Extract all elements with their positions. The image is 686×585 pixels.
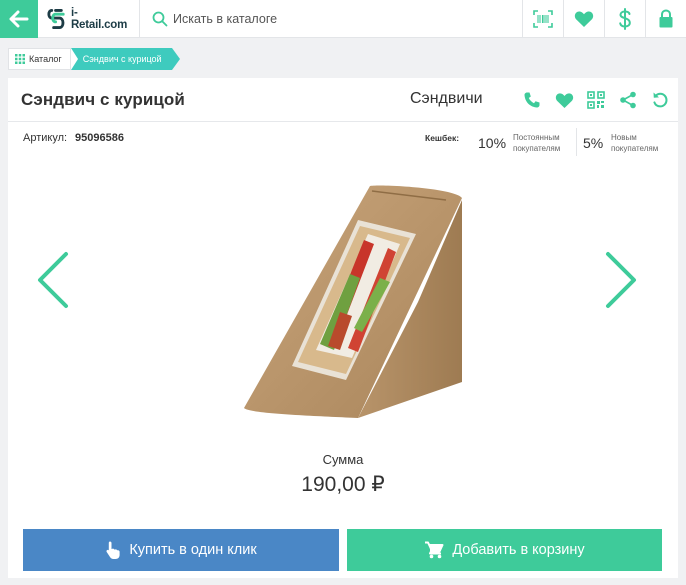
product-card: Сэндвич с курицой Сэндвичи Артикул: 9509… [8,78,678,578]
cashback-regular-percent: 10% [478,135,507,151]
next-image-button[interactable] [600,250,640,310]
logo-text: i-Retail.com [70,6,128,31]
qr-button[interactable] [580,88,612,112]
cart-icon [425,541,444,559]
chevron-right-icon [606,252,636,308]
sum-label: Сумма [322,452,364,467]
phone-icon [524,92,540,108]
product-info: Артикул: 95096586 Кешбек: 10% Постоянным… [8,122,678,162]
share-button[interactable] [612,88,644,112]
sandwich-illustration [244,185,462,418]
product-price: 190,00 ₽ [301,473,385,496]
breadcrumb: Каталог Сэндвич с курицой [8,48,180,70]
cashback-divider [576,128,577,156]
cashback-new-text: Новым покупателям [611,133,659,153]
grid-icon [15,54,25,64]
arrow-left-icon [9,10,29,27]
undo-icon [653,92,668,108]
buy-one-click-button[interactable]: Купить в один клик [23,529,339,571]
breadcrumb-current: Сэндвич с курицой [70,48,180,70]
qr-code-icon [587,91,605,109]
cashback-new-percent: 5% [583,135,604,151]
search-input[interactable]: Искать в каталоге [140,0,522,38]
favorites-button[interactable] [563,0,604,38]
share-icon [620,91,636,109]
barcode-button[interactable] [522,0,563,38]
cashback-regular-text: Постоянным покупателям [513,133,561,153]
previous-image-button[interactable] [34,250,74,310]
breadcrumb-current-label: Сэндвич с курицой [82,54,162,64]
balance-button[interactable] [604,0,645,38]
search-placeholder: Искать в каталоге [173,11,278,26]
breadcrumb-catalog-label: Каталог [29,54,62,64]
heart-icon [574,11,594,27]
sku-label: Артикул: [23,132,68,144]
logo[interactable]: i-Retail.com [38,0,140,38]
dollar-icon [619,7,631,30]
product-category[interactable]: Сэндвичи [410,90,483,108]
heart-icon [555,92,573,108]
product-title: Сэндвич с курицой [21,89,185,109]
top-bar: i-Retail.com Искать в каталоге [0,0,686,38]
back-button[interactable] [0,0,38,38]
add-to-cart-label: Добавить в корзину [452,542,585,558]
product-actions [516,88,676,112]
call-button[interactable] [516,88,548,112]
chevron-left-icon [38,252,68,308]
add-to-cart-button[interactable]: Добавить в корзину [347,529,662,571]
logo-icon [47,8,65,29]
favorite-button[interactable] [548,88,580,112]
sku-value: 95096586 [75,132,124,144]
breadcrumb-catalog[interactable]: Каталог [8,48,71,70]
buy-one-click-label: Купить в один клик [129,542,257,558]
lock-icon [659,8,673,27]
refresh-button[interactable] [644,88,676,112]
product-image[interactable] [240,182,472,418]
barcode-icon [533,9,553,28]
search-icon [152,11,168,26]
hand-pointer-icon [106,541,120,559]
login-button[interactable] [645,0,686,38]
cashback-label: Кешбек: [425,133,460,143]
